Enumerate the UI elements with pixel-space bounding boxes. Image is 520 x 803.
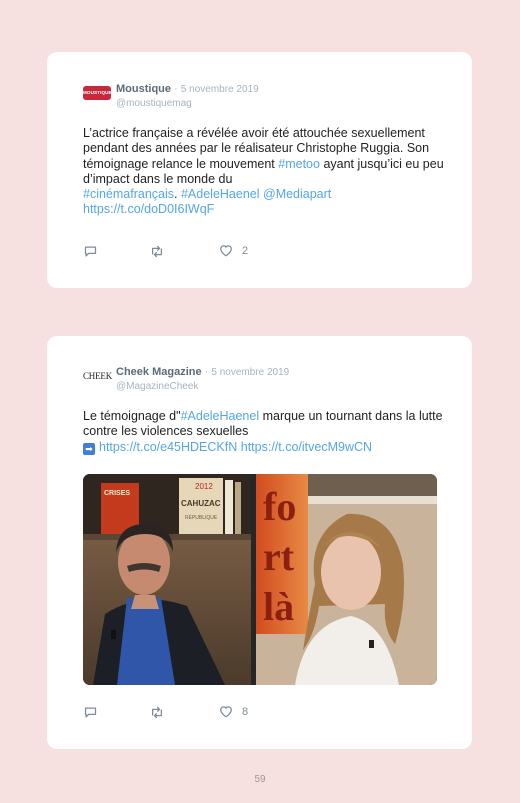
like-button[interactable]: 2 [219, 244, 248, 257]
book-label: 2012 [195, 482, 213, 491]
video-still: CRISES 2012 CAHUZAC RÉPUBLIQUE fo rt là [83, 474, 437, 685]
tweet-date[interactable]: 5 novembre 2019 [181, 84, 259, 95]
reply-button[interactable] [83, 705, 98, 720]
moustique-avatar[interactable]: MOUSTIQUE [83, 86, 111, 100]
reply-icon [84, 246, 97, 257]
like-count: 8 [242, 705, 249, 718]
separator: · [204, 366, 209, 378]
tweet-url-2[interactable]: https://t.co/itvecM9wCN [241, 440, 372, 454]
tweet-date[interactable]: 5 novembre 2019 [211, 367, 289, 378]
hashtag-adelehaenel[interactable]: #AdeleHaenel [181, 187, 260, 201]
like-icon [220, 706, 232, 718]
like-icon [220, 245, 232, 257]
right-arrow-icon: ➡ [83, 442, 95, 455]
mention-mediapart[interactable]: @Mediapart [263, 187, 331, 201]
book-label: CAHUZAC [181, 499, 221, 508]
like-count: 2 [242, 244, 249, 257]
text-segment: . [174, 187, 181, 202]
like-button[interactable]: 8 [219, 705, 248, 718]
retweet-button[interactable] [149, 244, 165, 259]
tweet-card-moustique: MOUSTIQUE Moustique · 5 novembre 2019 @m… [47, 52, 472, 288]
tweet-url-1[interactable]: https://t.co/e45HDECKfN [99, 440, 237, 454]
hashtag-adelehaenel[interactable]: #AdeleHaenel [181, 409, 260, 423]
tweet-url[interactable]: https://t.co/doD0I6IWqF [83, 202, 214, 216]
retweet-icon [152, 245, 162, 258]
retweet-icon [152, 706, 162, 719]
separator: · [174, 83, 178, 95]
author-name[interactable]: Moustique [116, 83, 171, 95]
book-label: CRISES [104, 490, 130, 497]
hashtag-cinemafrancais[interactable]: #cinémafrançais [83, 187, 174, 201]
author-handle[interactable]: @MagazineCheek [116, 380, 289, 393]
tweet-header: Cheek Magazine · 5 novembre 2019 @Magazi… [116, 365, 289, 393]
tweet-text: L’actrice française a révélée avoir été … [83, 126, 451, 218]
hashtag-metoo[interactable]: #metoo [278, 157, 320, 171]
tweet-image[interactable]: CRISES 2012 CAHUZAC RÉPUBLIQUE fo rt là [83, 474, 437, 685]
text-segment: Le témoignage d" [83, 409, 181, 423]
tweet-text: Le témoignage d"#AdeleHaenel marque un t… [83, 409, 451, 455]
page-number: 59 [254, 774, 266, 785]
retweet-button[interactable] [149, 705, 165, 720]
cheek-avatar[interactable]: CHEEK [83, 369, 112, 383]
reply-button[interactable] [83, 244, 98, 259]
author-name[interactable]: Cheek Magazine [116, 366, 202, 378]
woman-face [321, 534, 381, 610]
book-label: RÉPUBLIQUE [185, 514, 218, 521]
poster-text: fo rt là [263, 484, 296, 629]
tweet-header: Moustique · 5 novembre 2019 @moustiquema… [116, 82, 259, 110]
reply-icon [84, 707, 97, 718]
author-handle[interactable]: @moustiquemag [116, 97, 259, 110]
tweet-card-cheek: CHEEK Cheek Magazine · 5 novembre 2019 @… [47, 336, 472, 749]
